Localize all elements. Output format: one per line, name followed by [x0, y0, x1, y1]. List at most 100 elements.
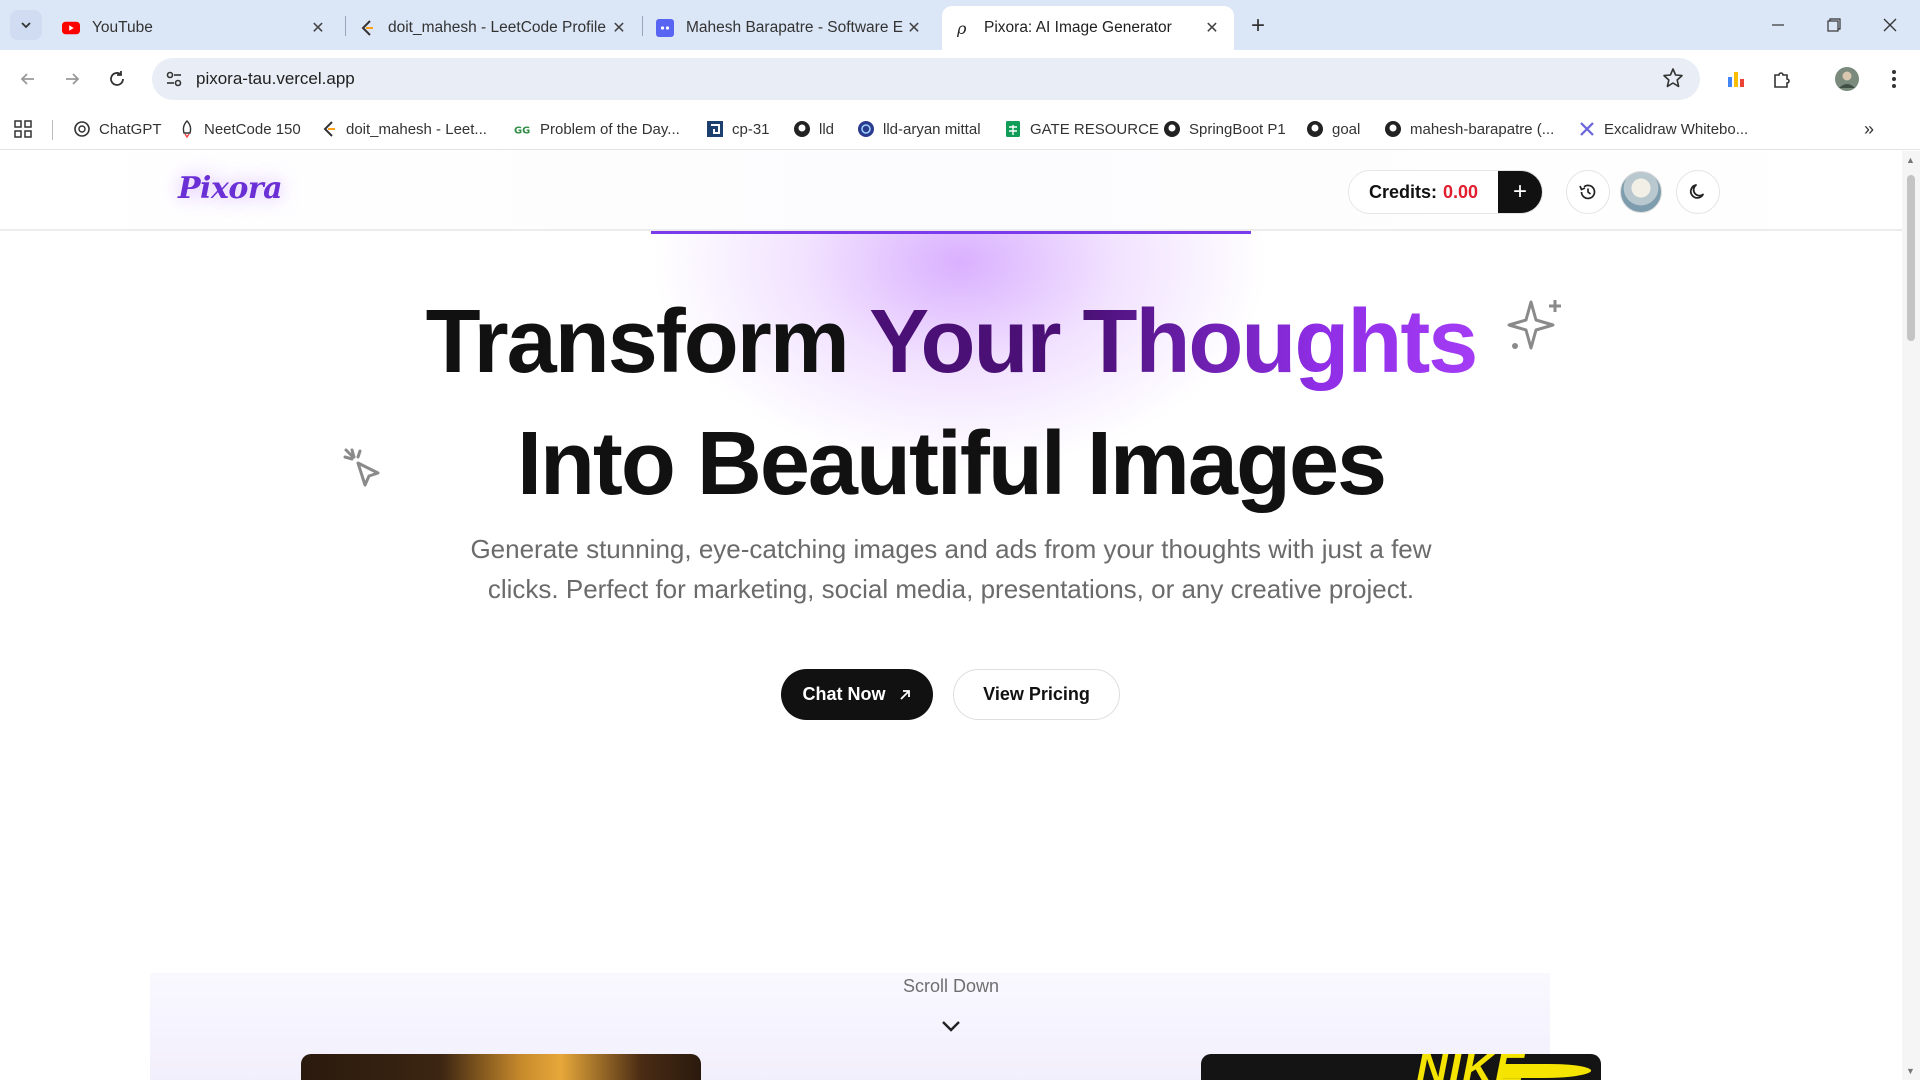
bookmark-goal[interactable]: goal	[1306, 117, 1360, 141]
bookmark-neetcode[interactable]: NeetCode 150	[178, 117, 301, 141]
hero-heading-line-1: Transform Your Thoughts	[0, 291, 1902, 394]
gallery-image-card[interactable]: NIKE	[1201, 1054, 1601, 1080]
forward-button[interactable]	[56, 63, 88, 95]
user-avatar[interactable]	[1620, 171, 1662, 213]
tab-discord[interactable]: Mahesh Barapatre - Software E ✕	[644, 6, 936, 50]
apps-grid-icon	[14, 120, 32, 138]
credits-label-text: Credits:	[1369, 181, 1438, 202]
add-credits-button[interactable]: +	[1498, 171, 1543, 213]
close-window-button[interactable]	[1862, 0, 1918, 50]
chat-now-button[interactable]: Chat Now	[781, 669, 933, 720]
svg-text:GG: GG	[514, 126, 530, 137]
view-pricing-button[interactable]: View Pricing	[953, 669, 1120, 720]
browser-toolbar: pixora-tau.vercel.app	[0, 50, 1920, 108]
web-page: Pixora Credits: 0.00 + Transform Your Th…	[0, 151, 1902, 1080]
bookmark-lld-aryan[interactable]: lld-aryan mittal	[857, 117, 981, 141]
reload-icon	[110, 71, 124, 86]
bookmark-label: SpringBoot P1	[1189, 120, 1286, 138]
extension-charts-icon[interactable]	[1722, 65, 1750, 93]
excalidraw-icon	[1578, 120, 1596, 138]
double-chevron-right-icon: »	[1864, 118, 1875, 139]
bookmark-label: lld-aryan mittal	[883, 120, 981, 138]
circle-icon	[857, 120, 875, 138]
apps-grid-button[interactable]	[13, 117, 33, 141]
discord-icon	[656, 19, 674, 37]
back-button[interactable]	[12, 63, 44, 95]
site-settings-icon[interactable]	[164, 69, 184, 94]
bookmark-springboot[interactable]: SpringBoot P1	[1163, 117, 1286, 141]
bookmark-lld[interactable]: lld	[793, 117, 834, 141]
tab-youtube[interactable]: YouTube ✕	[50, 6, 340, 50]
bookmark-excalidraw[interactable]: Excalidraw Whitebo...	[1578, 117, 1748, 141]
close-icon	[1883, 18, 1897, 32]
scroll-down-label: Scroll Down	[902, 976, 1000, 996]
pointer-click-icon	[342, 447, 390, 500]
bookmark-label: Excalidraw Whitebo...	[1604, 120, 1749, 138]
tab-search-button[interactable]	[10, 10, 42, 40]
credits-value: 0.00	[1443, 181, 1479, 202]
more-bookmarks-button[interactable]: »	[1864, 117, 1874, 141]
sheets-icon	[1004, 120, 1022, 138]
hero-subtitle: Generate stunning, eye-catching images a…	[470, 534, 1432, 604]
hero-word-your: Your	[869, 292, 1061, 392]
scroll-down-arrow-icon[interactable]: ▼	[1906, 1066, 1915, 1076]
bookmark-label: GATE RESOURCE	[1030, 120, 1159, 138]
gfg-icon: GG	[514, 120, 532, 138]
bookmark-chatgpt[interactable]: ChatGPT	[73, 117, 162, 141]
tab-title: doit_mahesh - LeetCode Profile	[388, 19, 606, 36]
chevron-down-icon[interactable]	[940, 1019, 962, 1038]
bookmark-label: NeetCode 150	[204, 120, 301, 138]
github-icon	[1384, 120, 1402, 138]
url-text[interactable]: pixora-tau.vercel.app	[196, 69, 355, 89]
bookmark-label: ChatGPT	[99, 120, 162, 138]
extensions-puzzle-icon[interactable]	[1768, 65, 1796, 93]
credits-pill: Credits: 0.00 +	[1348, 170, 1544, 214]
minimize-button[interactable]	[1750, 0, 1806, 50]
pixora-icon: ρ	[954, 19, 972, 37]
moon-icon	[1689, 184, 1704, 199]
bookmark-label: lld	[819, 120, 835, 138]
bookmark-mahesh-github[interactable]: mahesh-barapatre (...	[1384, 117, 1554, 141]
close-icon[interactable]: ✕	[1202, 18, 1222, 38]
reload-button[interactable]	[101, 63, 133, 95]
bookmark-cp31[interactable]: cp-31	[706, 117, 770, 141]
github-icon	[1163, 120, 1181, 138]
browser-tab-strip: YouTube ✕ doit_mahesh - LeetCode Profile…	[0, 0, 1920, 50]
arrow-right-icon	[66, 73, 80, 85]
new-tab-button[interactable]: +	[1244, 12, 1272, 40]
site-header: Pixora Credits: 0.00 +	[0, 151, 1902, 231]
hero-heading-line-2: Into Beautiful Images	[516, 414, 1387, 514]
arrow-up-right-icon	[899, 689, 910, 700]
bookmark-leetcode[interactable]: doit_mahesh - Leet...	[320, 117, 487, 141]
swoosh-shape	[1498, 1064, 1594, 1078]
sparkle-icon	[1505, 296, 1567, 363]
arrow-left-icon	[20, 73, 34, 85]
leetcode-icon	[320, 120, 338, 138]
restore-icon	[1827, 18, 1841, 32]
gallery-image-card[interactable]	[301, 1054, 701, 1080]
bookmark-gfg[interactable]: GG Problem of the Day...	[514, 117, 680, 141]
address-bar[interactable]: pixora-tau.vercel.app	[152, 58, 1700, 100]
pixora-logo[interactable]: Pixora	[178, 171, 283, 206]
theme-toggle-button[interactable]	[1676, 170, 1720, 214]
restore-button[interactable]	[1806, 0, 1862, 50]
bookmark-star-icon[interactable]	[1662, 67, 1684, 94]
leetcode-icon	[358, 19, 376, 37]
svg-text:ρ: ρ	[956, 19, 967, 37]
tab-leetcode[interactable]: doit_mahesh - LeetCode Profile ✕	[346, 6, 641, 50]
tab-title: Mahesh Barapatre - Software E	[686, 19, 904, 36]
scroll-up-arrow-icon[interactable]: ▲	[1906, 155, 1915, 165]
profile-avatar-icon[interactable]	[1833, 65, 1861, 93]
bookmark-gate[interactable]: GATE RESOURCE	[1004, 117, 1159, 141]
history-button[interactable]	[1566, 170, 1610, 214]
tab-pixora[interactable]: ρ Pixora: AI Image Generator ✕	[942, 6, 1234, 50]
rocket-icon	[178, 120, 196, 138]
chevron-down-icon	[21, 22, 31, 29]
youtube-icon	[62, 19, 80, 37]
close-icon[interactable]: ✕	[904, 18, 924, 38]
page-scrollbar[interactable]: ▲ ▼	[1902, 151, 1920, 1080]
close-icon[interactable]: ✕	[308, 18, 328, 38]
scrollbar-thumb[interactable]	[1907, 175, 1915, 341]
browser-menu-icon[interactable]	[1880, 65, 1908, 93]
close-icon[interactable]: ✕	[609, 18, 629, 38]
